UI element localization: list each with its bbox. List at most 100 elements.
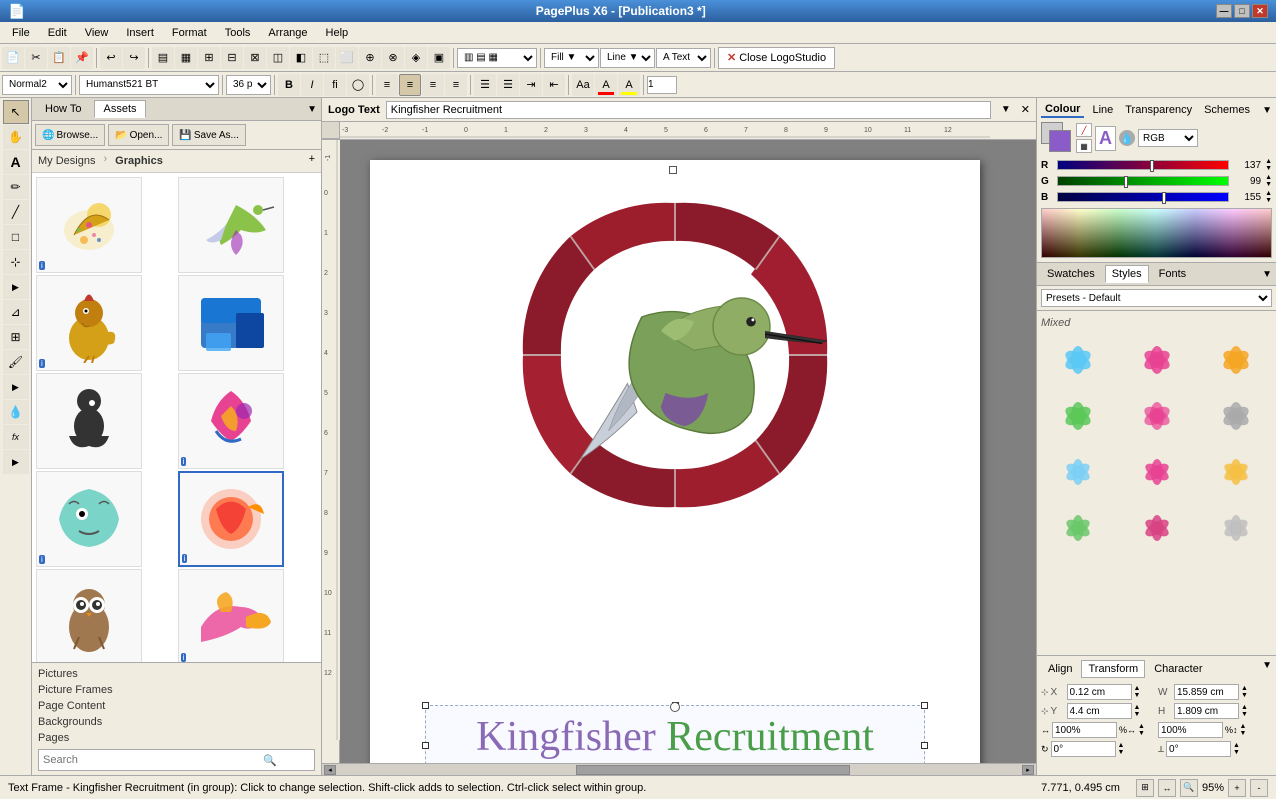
shear-spin[interactable]: ▲ ▼ — [1233, 742, 1240, 756]
graphics-link[interactable]: Graphics — [115, 153, 163, 169]
tb-btn2[interactable]: ▦ — [175, 47, 197, 69]
menu-view[interactable]: View — [77, 25, 117, 41]
search-input[interactable] — [43, 754, 263, 766]
italic-button[interactable]: I — [301, 74, 323, 96]
selection-handle-top[interactable] — [669, 166, 677, 174]
close-button[interactable]: ✕ — [1252, 4, 1268, 18]
transform-tool[interactable]: ⊞ — [3, 325, 29, 349]
b-slider-track[interactable] — [1057, 192, 1229, 202]
pointer-tool[interactable]: ↖ — [3, 100, 29, 124]
swatches-tab[interactable]: Swatches — [1041, 266, 1101, 282]
line-dropdown[interactable]: Line ▼ — [600, 48, 655, 68]
b-thumb[interactable] — [1162, 192, 1166, 204]
eyedropper-colour-btn[interactable]: 💧 — [1119, 130, 1135, 146]
g-slider-track[interactable] — [1057, 176, 1229, 186]
crop-tool[interactable]: ⊹ — [3, 250, 29, 274]
close-logostudio-button[interactable]: ✕ Close LogoStudio — [718, 47, 835, 69]
handle-mr[interactable] — [921, 742, 928, 749]
swatch-6[interactable] — [1199, 391, 1272, 441]
menu-help[interactable]: Help — [318, 25, 357, 41]
aa-button[interactable]: Aa — [572, 74, 594, 96]
close-panel-icon[interactable]: ✕ — [1021, 103, 1030, 116]
asset-bird-dots[interactable]: i — [36, 177, 142, 273]
colour-mode-select[interactable]: RGB — [1138, 129, 1198, 147]
fi-button[interactable]: fi — [324, 74, 346, 96]
asset-stick-figure[interactable] — [36, 373, 142, 469]
tb-btn12[interactable]: ◈ — [405, 47, 427, 69]
r-slider-track[interactable] — [1057, 160, 1229, 170]
minimize-button[interactable]: — — [1216, 4, 1232, 18]
tb-btn11[interactable]: ⊗ — [382, 47, 404, 69]
g-arrows[interactable]: ▲ ▼ — [1265, 174, 1272, 188]
text-frame[interactable]: Kingfisher Recruitment Putting your need… — [425, 705, 925, 763]
h-input[interactable] — [1174, 703, 1239, 719]
page-number-input[interactable] — [647, 76, 677, 94]
node-tool[interactable]: ⊿ — [3, 300, 29, 324]
line-tool[interactable]: ╱ — [3, 200, 29, 224]
expand3-tool[interactable]: ▶ — [3, 450, 29, 474]
new-button[interactable]: 📄 — [2, 47, 24, 69]
list1-button[interactable]: ☰ — [474, 74, 496, 96]
w-input[interactable] — [1174, 684, 1239, 700]
colour-panel-options[interactable]: ▼ — [1262, 105, 1272, 116]
color-text-btn[interactable]: A — [595, 74, 617, 96]
eyedrop-tool[interactable]: 💧 — [3, 400, 29, 424]
howto-tab[interactable]: How To — [36, 100, 90, 118]
fit-page-btn[interactable]: ⊞ — [1136, 779, 1154, 797]
fit-width-btn[interactable]: ↔ — [1158, 779, 1176, 797]
zoom-out-btn[interactable]: - — [1250, 779, 1268, 797]
no-fill-btn[interactable]: ╱ — [1076, 123, 1092, 137]
menu-file[interactable]: File — [4, 25, 38, 41]
expand2-tool[interactable]: ▶ — [3, 375, 29, 399]
align-panel-options[interactable]: ▼ — [1262, 660, 1272, 678]
picture-frames-link[interactable]: Picture Frames — [38, 683, 315, 697]
browse-button[interactable]: 🌐 Browse... — [35, 124, 105, 146]
asset-hummingbird[interactable] — [178, 177, 284, 273]
fill-dropdown[interactable]: Fill ▼ — [544, 48, 599, 68]
logo-text-input[interactable] — [386, 101, 991, 119]
transform-handle[interactable] — [670, 702, 680, 712]
scroll-left-btn[interactable]: ◂ — [324, 765, 336, 775]
tb-btn1[interactable]: ▤ — [152, 47, 174, 69]
tb-btn13[interactable]: ▣ — [428, 47, 450, 69]
handle-tr[interactable] — [921, 702, 928, 709]
redo-button[interactable]: ↪ — [123, 47, 145, 69]
menu-edit[interactable]: Edit — [40, 25, 75, 41]
horizontal-scrollbar[interactable]: ◂ ▸ — [322, 763, 1036, 775]
scroll-right-btn[interactable]: ▸ — [1022, 765, 1034, 775]
tb-btn5[interactable]: ⊠ — [244, 47, 266, 69]
gradient-btn[interactable]: ▦ — [1076, 139, 1092, 153]
r-arrows[interactable]: ▲ ▼ — [1265, 158, 1272, 172]
swatch-11[interactable] — [1120, 503, 1193, 553]
align-center-button[interactable]: ≡ — [399, 74, 421, 96]
list2-button[interactable]: ☰ — [497, 74, 519, 96]
asset-fish-shape[interactable]: i — [178, 569, 284, 662]
asset-blue-shape[interactable] — [178, 275, 284, 371]
scroll-thumb-h[interactable] — [576, 765, 850, 775]
character-tab[interactable]: Character — [1147, 660, 1209, 678]
transform-tab[interactable]: Transform — [1081, 660, 1145, 678]
align-right-button[interactable]: ≡ — [422, 74, 444, 96]
indent-button[interactable]: ⇥ — [520, 74, 542, 96]
assets-tab[interactable]: Assets — [94, 100, 145, 118]
outdent-button[interactable]: ⇤ — [543, 74, 565, 96]
colour-tab[interactable]: Colour — [1041, 102, 1084, 118]
font-dropdown[interactable]: Humanst521 BT — [79, 75, 219, 95]
swatch-7[interactable] — [1041, 447, 1114, 497]
tb-btn3[interactable]: ⊞ — [198, 47, 220, 69]
rot-spin[interactable]: ▲ ▼ — [1118, 742, 1125, 756]
panel-options-icon[interactable]: ▼ — [307, 104, 317, 115]
tb-btn9[interactable]: ⬜ — [336, 47, 358, 69]
transparency-tab[interactable]: Transparency — [1121, 103, 1196, 117]
r-thumb[interactable] — [1150, 160, 1154, 172]
align-tab[interactable]: Align — [1041, 660, 1079, 678]
shape-tool[interactable]: □ — [3, 225, 29, 249]
swatch-9[interactable] — [1199, 447, 1272, 497]
tb-btn10[interactable]: ⊕ — [359, 47, 381, 69]
cut-button[interactable]: ✂ — [25, 47, 47, 69]
swatch-10[interactable] — [1041, 503, 1114, 553]
circle-btn[interactable]: ◯ — [347, 74, 369, 96]
handle-ml[interactable] — [422, 742, 429, 749]
swatch-8[interactable] — [1120, 447, 1193, 497]
tb-btn6[interactable]: ◫ — [267, 47, 289, 69]
